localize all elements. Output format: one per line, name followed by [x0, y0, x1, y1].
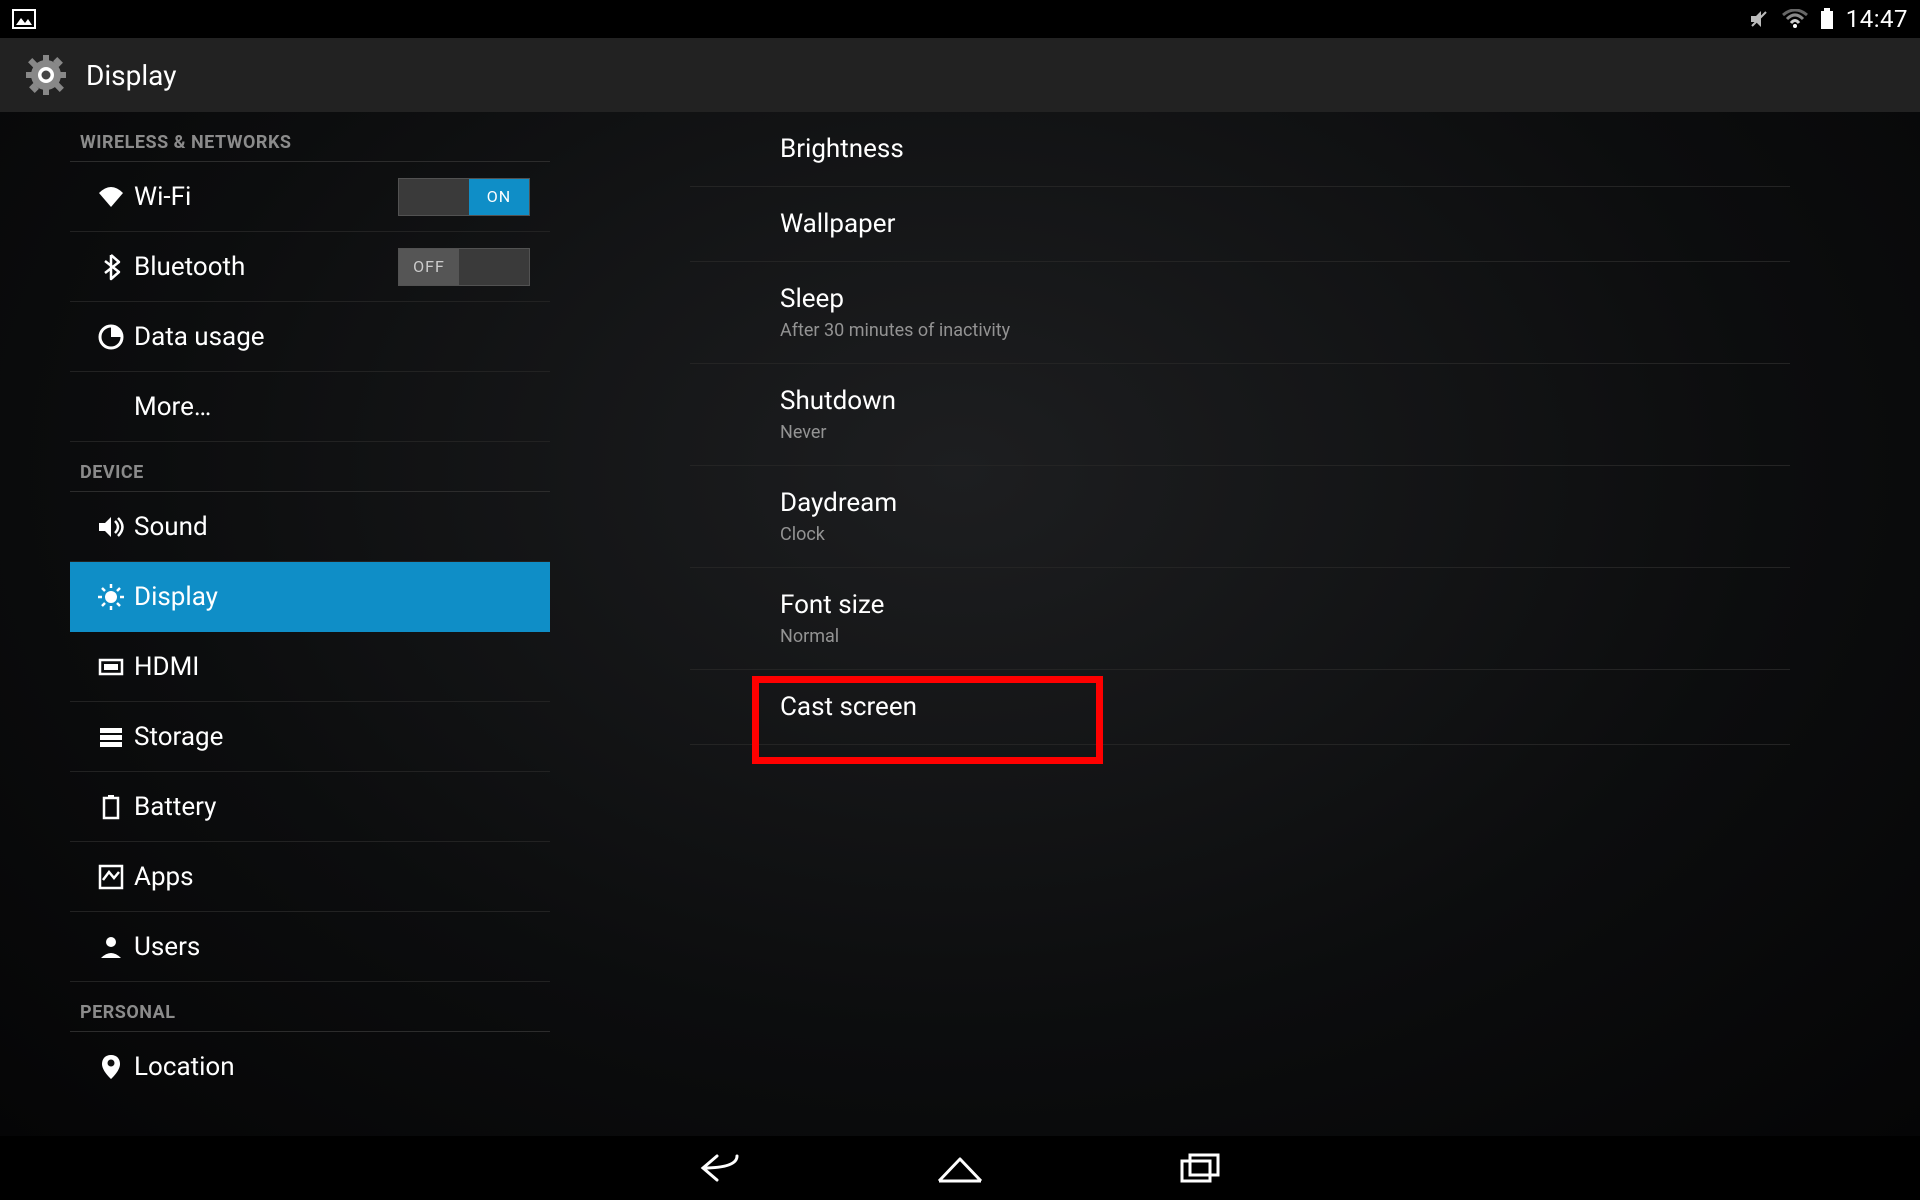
storage-icon [88, 726, 134, 748]
sidebar-item-wifi[interactable]: Wi-Fi ON [70, 162, 550, 232]
pref-subtitle: After 30 minutes of inactivity [780, 320, 1780, 341]
apps-icon [88, 864, 134, 890]
pref-shutdown[interactable]: Shutdown Never [690, 364, 1790, 466]
sidebar-item-label: Sound [134, 512, 208, 542]
pref-brightness[interactable]: Brightness [690, 112, 1790, 187]
sidebar-item-label: Display [134, 582, 218, 612]
sidebar-item-display[interactable]: Display [70, 562, 550, 632]
action-bar: Display [0, 38, 1920, 112]
settings-sidebar: WIRELESS & NETWORKS Wi-Fi ON Bluetooth O… [70, 112, 550, 1102]
back-button[interactable] [690, 1148, 750, 1188]
wifi-icon [1782, 9, 1808, 29]
picture-notification-icon [12, 9, 36, 29]
sound-icon [88, 515, 134, 539]
settings-detail-panel: Brightness Wallpaper Sleep After 30 minu… [690, 112, 1790, 745]
status-clock: 14:47 [1846, 5, 1908, 33]
sidebar-item-label: Bluetooth [134, 252, 245, 282]
pref-title: Wallpaper [780, 209, 1780, 239]
bluetooth-icon [88, 253, 134, 281]
hdmi-icon [88, 656, 134, 678]
location-icon [88, 1053, 134, 1081]
data-usage-icon [88, 324, 134, 350]
sidebar-item-label: Storage [134, 722, 223, 752]
mute-icon [1748, 8, 1770, 30]
pref-cast-screen[interactable]: Cast screen [690, 670, 1790, 745]
pref-title: Brightness [780, 134, 1780, 164]
pref-title: Sleep [780, 284, 1780, 314]
sidebar-item-sound[interactable]: Sound [70, 492, 550, 562]
sidebar-item-data-usage[interactable]: Data usage [70, 302, 550, 372]
status-bar: 14:47 [0, 0, 1920, 38]
page-title: Display [86, 59, 176, 92]
sidebar-item-label: Apps [134, 862, 194, 892]
sidebar-item-hdmi[interactable]: HDMI [70, 632, 550, 702]
pref-title: Font size [780, 590, 1780, 620]
section-header-device: DEVICE [70, 442, 550, 492]
sidebar-item-label: Battery [134, 792, 216, 822]
system-nav-bar [0, 1136, 1920, 1200]
pref-subtitle: Normal [780, 626, 1780, 647]
section-header-personal: PERSONAL [70, 982, 550, 1032]
sidebar-item-users[interactable]: Users [70, 912, 550, 982]
sidebar-item-label: Location [134, 1052, 235, 1082]
recents-button[interactable] [1170, 1148, 1230, 1188]
pref-font-size[interactable]: Font size Normal [690, 568, 1790, 670]
sidebar-item-label: More… [88, 392, 211, 422]
pref-daydream[interactable]: Daydream Clock [690, 466, 1790, 568]
pref-sleep[interactable]: Sleep After 30 minutes of inactivity [690, 262, 1790, 364]
users-icon [88, 934, 134, 960]
display-icon [88, 583, 134, 611]
pref-wallpaper[interactable]: Wallpaper [690, 187, 1790, 262]
battery-icon [88, 794, 134, 820]
bluetooth-toggle[interactable]: OFF [398, 248, 530, 286]
pref-title: Daydream [780, 488, 1780, 518]
pref-title: Cast screen [780, 692, 1780, 722]
sidebar-item-apps[interactable]: Apps [70, 842, 550, 912]
settings-gear-icon [24, 53, 68, 97]
wifi-icon [88, 186, 134, 208]
battery-icon [1820, 8, 1834, 30]
sidebar-item-more[interactable]: More… [70, 372, 550, 442]
sidebar-item-label: Wi-Fi [134, 182, 191, 212]
sidebar-item-location[interactable]: Location [70, 1032, 550, 1102]
sidebar-item-storage[interactable]: Storage [70, 702, 550, 772]
sidebar-item-label: Data usage [134, 322, 265, 352]
wifi-toggle[interactable]: ON [398, 178, 530, 216]
sidebar-item-label: HDMI [134, 652, 199, 682]
sidebar-item-bluetooth[interactable]: Bluetooth OFF [70, 232, 550, 302]
sidebar-item-battery[interactable]: Battery [70, 772, 550, 842]
pref-subtitle: Clock [780, 524, 1780, 545]
section-header-wireless: WIRELESS & NETWORKS [70, 112, 550, 162]
sidebar-item-label: Users [134, 932, 200, 962]
pref-subtitle: Never [780, 422, 1780, 443]
home-button[interactable] [930, 1148, 990, 1188]
pref-title: Shutdown [780, 386, 1780, 416]
